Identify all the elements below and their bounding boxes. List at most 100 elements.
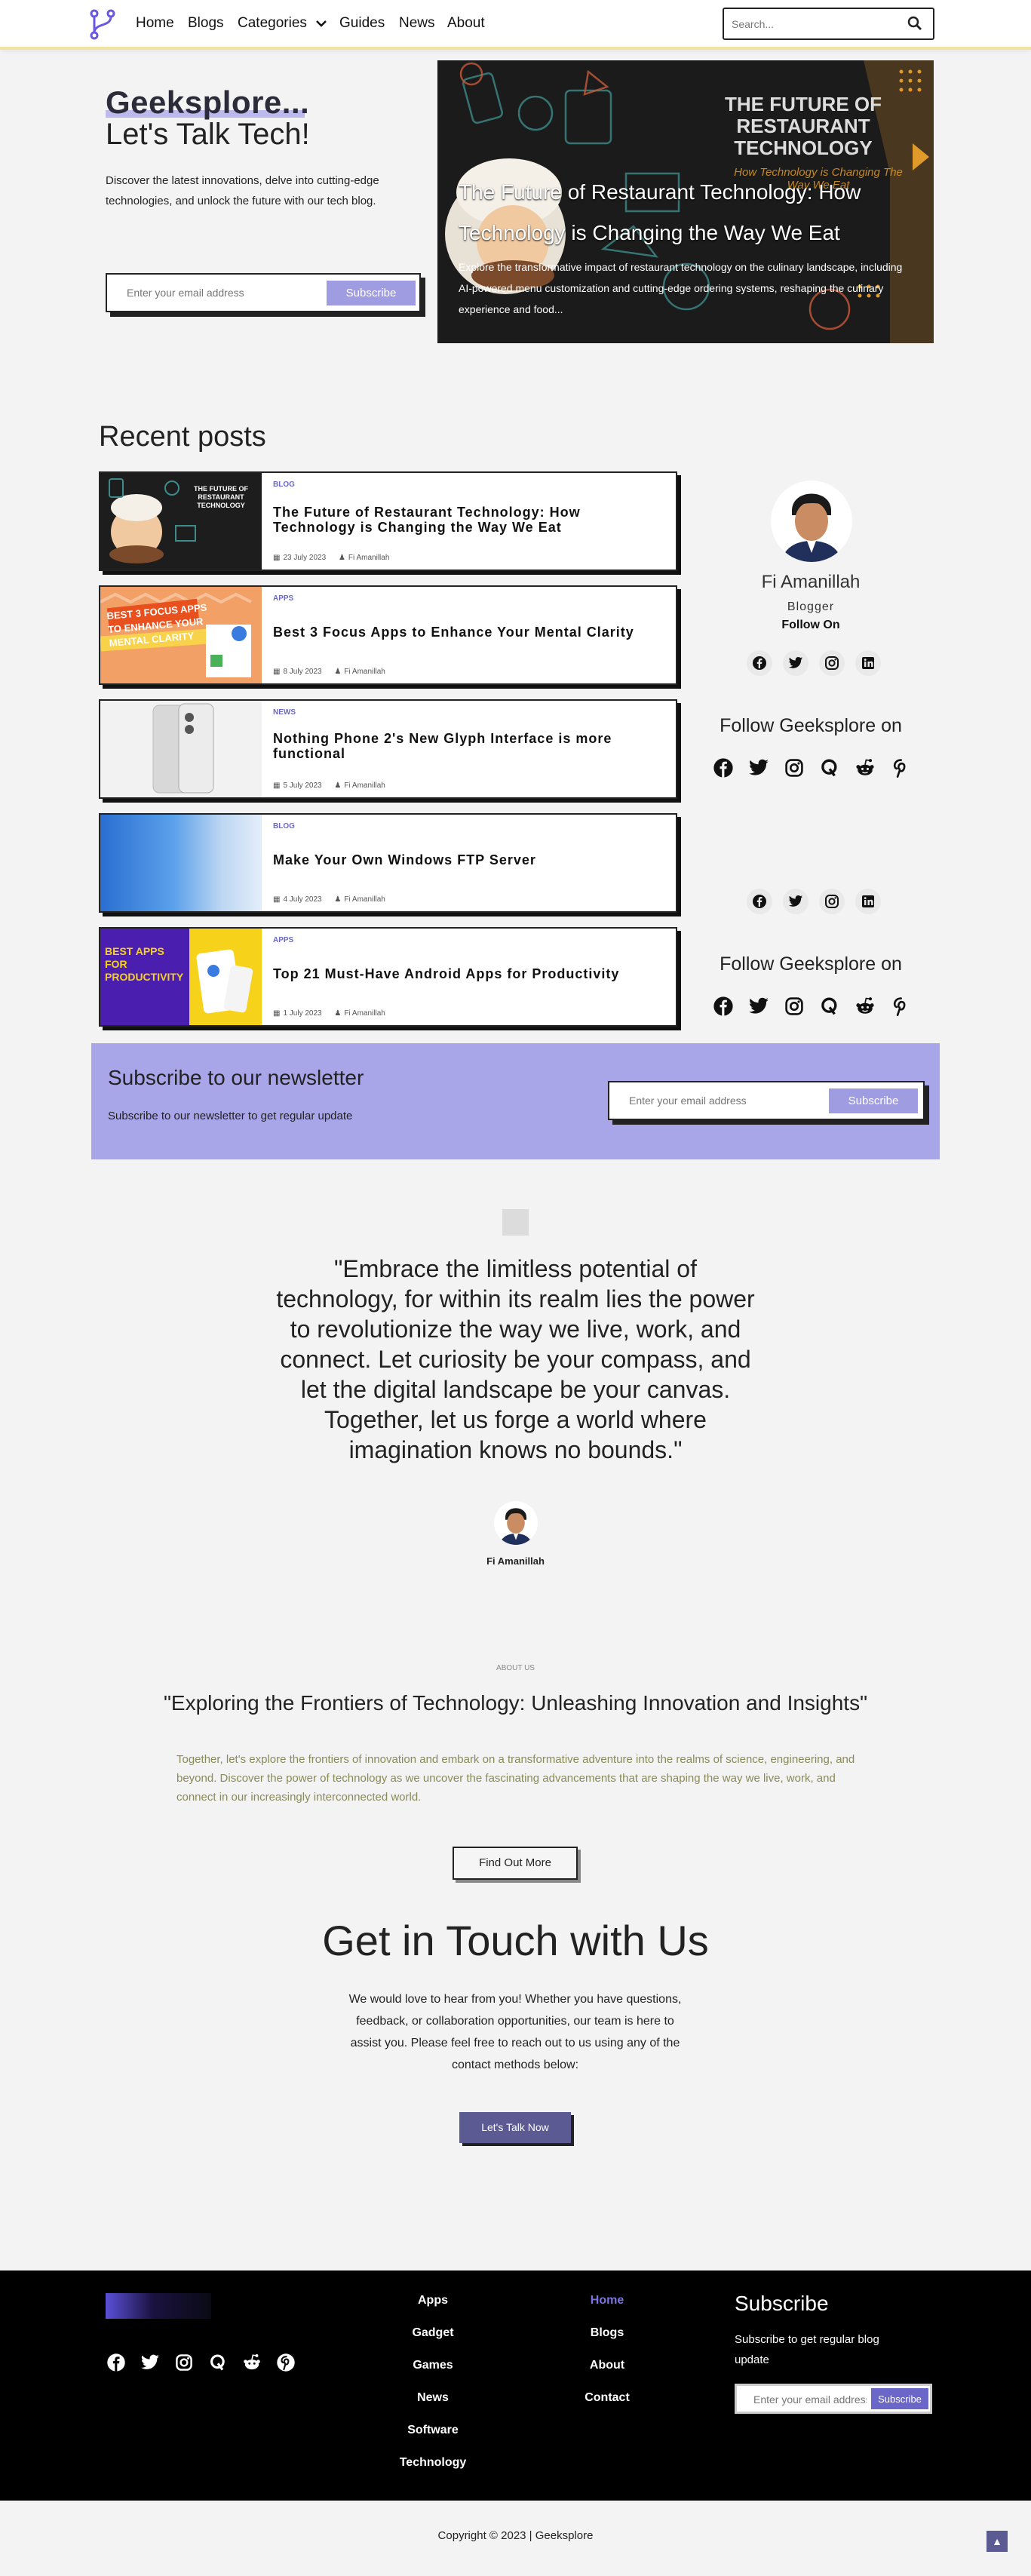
quora-icon[interactable] [206, 2350, 229, 2374]
footer-logo[interactable] [106, 2293, 211, 2319]
reddit-icon[interactable] [853, 756, 876, 779]
instagram-icon[interactable] [782, 756, 805, 779]
lets-talk-button[interactable]: Let's Talk Now [459, 2112, 571, 2143]
reddit-icon[interactable] [240, 2350, 263, 2374]
twitter-icon[interactable] [747, 756, 770, 779]
find-out-more-button[interactable]: Find Out More [453, 1847, 578, 1880]
featured-post-card[interactable]: THE FUTURE OF RESTAURANT TECHNOLOGY How … [437, 60, 934, 343]
footer-email-input[interactable] [753, 2393, 867, 2406]
search-box [723, 8, 934, 40]
footer-link-news[interactable]: News [357, 2381, 508, 2414]
quora-icon[interactable] [818, 994, 841, 1018]
reddit-icon[interactable] [853, 994, 876, 1018]
footer-link-games[interactable]: Games [357, 2349, 508, 2381]
facebook-icon[interactable] [747, 650, 772, 676]
pinterest-icon[interactable] [274, 2350, 297, 2374]
nav-home[interactable]: Home [136, 15, 174, 32]
post-thumbnail[interactable]: BEST APPS FOR PRODUCTIVITY [100, 929, 262, 1025]
post-author[interactable]: Fi Amanillah [344, 895, 385, 904]
post-author[interactable]: Fi Amanillah [344, 781, 385, 790]
post-card[interactable]: BEST APPS FOR PRODUCTIVITY APPS Top 21 M… [99, 927, 677, 1027]
post-category[interactable]: APPS [273, 936, 293, 944]
nav-guides[interactable]: Guides [339, 15, 385, 32]
footer-link-blogs[interactable]: Blogs [532, 2317, 683, 2349]
hero-subscribe-button[interactable]: Subscribe [327, 281, 416, 305]
about-text: Together, let's explore the frontiers of… [176, 1753, 855, 1804]
post-author[interactable]: Fi Amanillah [348, 554, 389, 562]
post-category[interactable]: NEWS [273, 708, 296, 717]
post-thumbnail[interactable] [100, 815, 262, 911]
post-title[interactable]: Make Your Own Windows FTP Server [273, 852, 665, 867]
footer-link-software[interactable]: Software [357, 2414, 508, 2446]
brand-name: Geeksplore... [106, 84, 310, 120]
user-icon: ♟ [334, 781, 342, 790]
quora-icon[interactable] [818, 756, 841, 779]
post-thumbnail[interactable] [100, 701, 262, 797]
hero-email-input[interactable] [127, 285, 315, 300]
follow-geeksplore-heading: Follow Geeksplore on [720, 715, 902, 736]
facebook-icon[interactable] [711, 994, 735, 1018]
pinterest-icon[interactable] [888, 756, 912, 779]
post-author[interactable]: Fi Amanillah [344, 668, 385, 676]
post-category[interactable]: BLOG [273, 822, 295, 831]
instagram-icon[interactable] [172, 2350, 195, 2374]
twitter-icon[interactable] [138, 2350, 161, 2374]
post-title[interactable]: Nothing Phone 2's New Glyph Interface is… [273, 731, 665, 761]
featured-post-excerpt: Explore the transformative impact of res… [459, 261, 903, 315]
footer-link-home[interactable]: Home [532, 2284, 683, 2317]
post-thumb-text: BEST APPS FOR PRODUCTIVITY [105, 945, 184, 983]
pinterest-icon[interactable] [888, 994, 912, 1018]
post-category[interactable]: BLOG [273, 481, 295, 489]
post-title[interactable]: Best 3 Focus Apps to Enhance Your Mental… [273, 625, 665, 640]
twitter-icon[interactable] [747, 994, 770, 1018]
newsletter-text: Subscribe to our newsletter to get regul… [108, 1110, 353, 1122]
post-thumbnail[interactable]: BEST 3 FOCUS APPS TO ENHANCE YOUR MENTAL… [100, 587, 262, 683]
newsletter-subscribe-button[interactable]: Subscribe [829, 1088, 918, 1113]
nav-categories[interactable]: Categories [238, 15, 327, 32]
linkedin-icon[interactable] [855, 650, 881, 676]
footer-link-about[interactable]: About [532, 2349, 683, 2381]
footer-subscribe-button[interactable]: Subscribe [871, 2388, 928, 2409]
post-card[interactable]: THE FUTURE OF RESTAURANT TECHNOLOGY BLOG… [99, 471, 677, 571]
post-card[interactable]: BEST 3 FOCUS APPS TO ENHANCE YOUR MENTAL… [99, 585, 677, 685]
nav-about[interactable]: About [447, 15, 485, 32]
instagram-icon[interactable] [782, 994, 805, 1018]
post-date: 8 July 2023 [283, 668, 322, 676]
instagram-icon[interactable] [819, 650, 845, 676]
newsletter-subscribe-form: Subscribe [608, 1081, 925, 1120]
site-logo-icon[interactable] [89, 8, 116, 41]
post-category[interactable]: APPS [273, 594, 293, 603]
calendar-icon: ▦ [273, 895, 281, 904]
linkedin-icon[interactable] [855, 889, 881, 914]
back-to-top-button[interactable]: ▲ [987, 2531, 1008, 2552]
facebook-icon[interactable] [747, 889, 772, 914]
footer-link-gadget[interactable]: Gadget [357, 2317, 508, 2349]
post-card[interactable]: BLOG Make Your Own Windows FTP Server ▦ 4… [99, 813, 677, 913]
post-title[interactable]: The Future of Restaurant Technology: How… [273, 505, 665, 535]
facebook-icon[interactable] [711, 756, 735, 779]
featured-post-title[interactable]: The Future of Restaurant Technology: How… [459, 172, 896, 253]
post-author[interactable]: Fi Amanillah [344, 1009, 385, 1018]
nav-news[interactable]: News [399, 15, 435, 32]
post-thumbnail[interactable]: THE FUTURE OF RESTAURANT TECHNOLOGY [100, 473, 262, 570]
post-title[interactable]: Top 21 Must-Have Android Apps for Produc… [273, 966, 665, 981]
instagram-icon[interactable] [819, 889, 845, 914]
post-card[interactable]: NEWS Nothing Phone 2's New Glyph Interfa… [99, 699, 677, 799]
site-footer: Apps Gadget Games News Software Technolo… [0, 2271, 1031, 2501]
search-icon[interactable] [907, 16, 922, 31]
nav-blogs[interactable]: Blogs [188, 15, 224, 32]
about-tag: ABOUT US [496, 1664, 535, 1672]
featured-image-text: THE FUTURE OF RESTAURANT TECHNOLOGY [725, 93, 882, 159]
facebook-icon[interactable] [104, 2350, 127, 2374]
twitter-icon[interactable] [783, 650, 809, 676]
footer-link-apps[interactable]: Apps [357, 2284, 508, 2317]
newsletter-section: Subscribe to our newsletter Subscribe to… [91, 1043, 940, 1159]
footer-link-technology[interactable]: Technology [357, 2446, 508, 2479]
search-input[interactable] [732, 17, 898, 32]
nav-categories-label: Categories [238, 15, 307, 31]
footer-link-contact[interactable]: Contact [532, 2381, 683, 2414]
twitter-icon[interactable] [783, 889, 809, 914]
site-social-links [711, 756, 912, 779]
newsletter-email-input[interactable] [629, 1093, 818, 1108]
footer-subscribe-text: Subscribe to get regular blog update [735, 2333, 879, 2366]
